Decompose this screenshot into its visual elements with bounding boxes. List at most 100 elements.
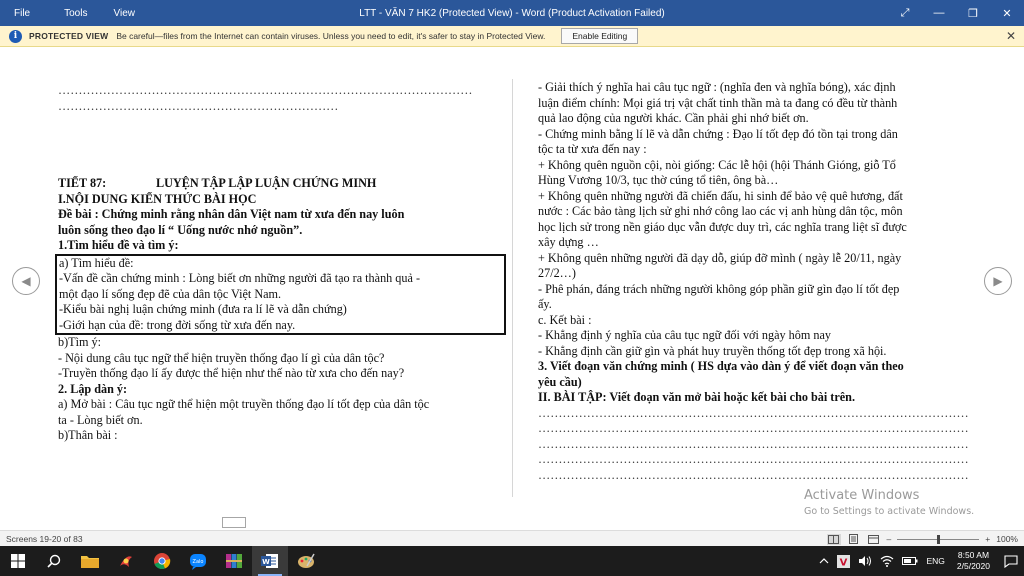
paragraph-line: - Giải thích ý nghĩa hai câu tục ngữ : (…: [538, 80, 896, 94]
zoom-slider[interactable]: [897, 534, 980, 544]
fullscreen-button[interactable]: ⤢: [888, 0, 922, 26]
menu-tools[interactable]: Tools: [44, 0, 101, 26]
clock-date: 2/5/2020: [956, 561, 990, 571]
paragraph-line: + Không quên những người đã dạy dỗ, giúp…: [538, 250, 902, 265]
paragraph-line: 27/2…): [538, 266, 576, 280]
clock-time: 8:50 AM: [957, 550, 990, 560]
taskbar-app-2[interactable]: [108, 546, 144, 576]
watermark-subtitle: Go to Settings to activate Windows.: [804, 506, 975, 517]
dotted-line: …………………………………………………………………………………………………: [538, 421, 968, 435]
status-right: – + 100%: [826, 531, 1018, 547]
volume-button[interactable]: [858, 555, 872, 567]
paragraph-line: - Phê phán, đáng trách những người không…: [538, 281, 900, 296]
search-button[interactable]: [36, 546, 72, 576]
paragraph-line: b)Tìm ý:: [58, 335, 101, 349]
menu-bar: File Tools View: [0, 0, 149, 26]
show-hidden-icons-button[interactable]: [819, 557, 829, 565]
dotted-line: ……………………………………………………………: [58, 98, 339, 113]
taskbar-chrome[interactable]: [144, 546, 180, 576]
windows-logo-icon: [11, 554, 25, 568]
antivirus-icon: V: [837, 554, 851, 568]
document-area[interactable]: ◀ ▶ ………………………………………………………………………………………… ……: [0, 47, 1024, 530]
paragraph-line: - Nội dung câu tục ngữ thể hiện truyền t…: [58, 350, 385, 365]
web-layout-button[interactable]: [867, 534, 881, 545]
subsection-heading: 2. Lập dàn ý:: [58, 381, 128, 396]
subsection-heading: 1.Tìm hiểu đề và tìm ý:: [58, 238, 179, 252]
paint-palette-icon: [298, 553, 315, 568]
battery-button[interactable]: [902, 556, 918, 566]
notifications-button[interactable]: [998, 554, 1024, 568]
section-heading: II. BÀI TẬP: Viết đoạn văn mở bài hoặc k…: [538, 390, 855, 404]
chevron-left-icon: ◀: [21, 274, 31, 288]
paragraph-line: - Khẳng định cần giữ gìn và phát huy tru…: [538, 343, 887, 358]
input-language[interactable]: ENG: [926, 556, 944, 566]
lesson-name: LUYỆN TẬP LẬP LUẬN CHỨNG MINH: [156, 176, 377, 190]
close-window-button[interactable]: ✕: [990, 0, 1024, 26]
book-icon: [828, 534, 840, 544]
paragraph-line: nước : Các bảo tàng lịch sử ghi nhớ công…: [538, 204, 903, 218]
subsection-heading: 3. Viết đoạn văn chứng minh ( HS dựa vào…: [538, 359, 904, 373]
paragraph-line: Hùng Vương 10/3, tục thờ cúng tổ tiên, ô…: [538, 173, 779, 187]
page-icon: [849, 534, 859, 544]
read-mode-button[interactable]: [826, 533, 841, 545]
paragraph-line: + Không quên nguồn cội, nòi giống: Các l…: [538, 157, 896, 172]
paragraph-line: quả lao động của người khác. Cần phải gh…: [538, 111, 809, 125]
archive-icon: [226, 554, 242, 568]
status-bar: Screens 19-20 of 83 – + 100%: [0, 530, 1024, 546]
paragraph-line: - Khẳng định ý nghĩa của câu tục ngữ đối…: [538, 328, 831, 342]
restore-button[interactable]: ❐: [956, 0, 990, 26]
word-icon: W: [261, 554, 278, 568]
horizontal-scroll-thumb[interactable]: [222, 517, 246, 528]
info-shield-icon: i: [9, 29, 22, 43]
antivirus-tray-button[interactable]: V: [837, 554, 851, 568]
taskbar-file-explorer[interactable]: [72, 546, 108, 576]
web-layout-icon: [868, 534, 880, 544]
paragraph-line: luận điểm chính: Mọi giá trị vật chất ti…: [538, 95, 898, 110]
paragraph-line: -Vấn đề cần chứng minh : Lòng biết ơn nh…: [59, 271, 421, 285]
screen-count: Screens 19-20 of 83: [6, 533, 83, 544]
taskbar-word[interactable]: W: [252, 546, 288, 576]
app-swirl-icon: [120, 556, 132, 567]
zoom-slider-thumb[interactable]: [937, 534, 941, 544]
section-heading: I.NỘI DUNG KIẾN THỨC BÀI HỌC: [58, 191, 257, 206]
chevron-right-icon: ▶: [993, 274, 1003, 288]
minimize-button[interactable]: —: [922, 0, 956, 26]
start-button[interactable]: [0, 546, 36, 576]
folder-icon: [81, 556, 99, 568]
paragraph-line: b)Thân bài :: [58, 428, 118, 442]
menu-view[interactable]: View: [101, 0, 149, 26]
svg-text:V: V: [840, 557, 848, 568]
previous-screen-button[interactable]: ◀: [12, 267, 40, 295]
title-bar: LTT - VĂN 7 HK2 (Protected View) - Word …: [0, 0, 1024, 26]
taskbar: Zalo W V ENG 8:50 AM 2/5/2020: [0, 546, 1024, 576]
window-title: LTT - VĂN 7 HK2 (Protected View) - Word …: [359, 7, 665, 19]
paragraph-line: ấy.: [538, 297, 552, 311]
menu-file[interactable]: File: [0, 0, 44, 26]
window-controls: ⤢ — ❐ ✕: [888, 0, 1024, 26]
zoom-out-button[interactable]: –: [887, 534, 892, 544]
chevron-up-icon: [820, 558, 829, 564]
dotted-line: …………………………………………………………………………………………………: [538, 467, 968, 482]
zoom-level[interactable]: 100%: [996, 534, 1018, 544]
highlight-box: a) Tìm hiểu đề: -Vấn đề cần chứng minh :…: [55, 253, 506, 335]
enable-editing-button[interactable]: Enable Editing: [561, 28, 639, 44]
speaker-icon: [859, 556, 872, 566]
clock[interactable]: 8:50 AM 2/5/2020: [957, 550, 990, 572]
paragraph-line: c. Kết bài :: [538, 312, 592, 327]
zoom-in-button[interactable]: +: [985, 534, 990, 544]
next-screen-button[interactable]: ▶: [984, 267, 1012, 295]
close-icon[interactable]: ✕: [1006, 29, 1016, 43]
taskbar-zalo[interactable]: Zalo: [180, 546, 216, 576]
right-page: - Giải thích ý nghĩa hai câu tục ngữ : (…: [538, 80, 968, 483]
page-divider: [512, 79, 513, 497]
print-layout-button[interactable]: [847, 534, 861, 545]
lesson-number: TIẾT 87:: [58, 176, 107, 190]
paragraph-line: + Không quên những người đã chiến đấu, h…: [538, 188, 903, 203]
protected-view-bar: i PROTECTED VIEW Be careful—files from t…: [0, 26, 1024, 47]
network-button[interactable]: [880, 555, 894, 567]
dotted-line: …………………………………………………………………………………………………: [538, 452, 968, 466]
taskbar-archive[interactable]: [216, 546, 252, 576]
taskbar-paint[interactable]: [288, 546, 324, 576]
paragraph-line: xây dựng …: [538, 235, 599, 249]
activate-windows-watermark: Activate Windows Go to Settings to activ…: [804, 488, 974, 517]
